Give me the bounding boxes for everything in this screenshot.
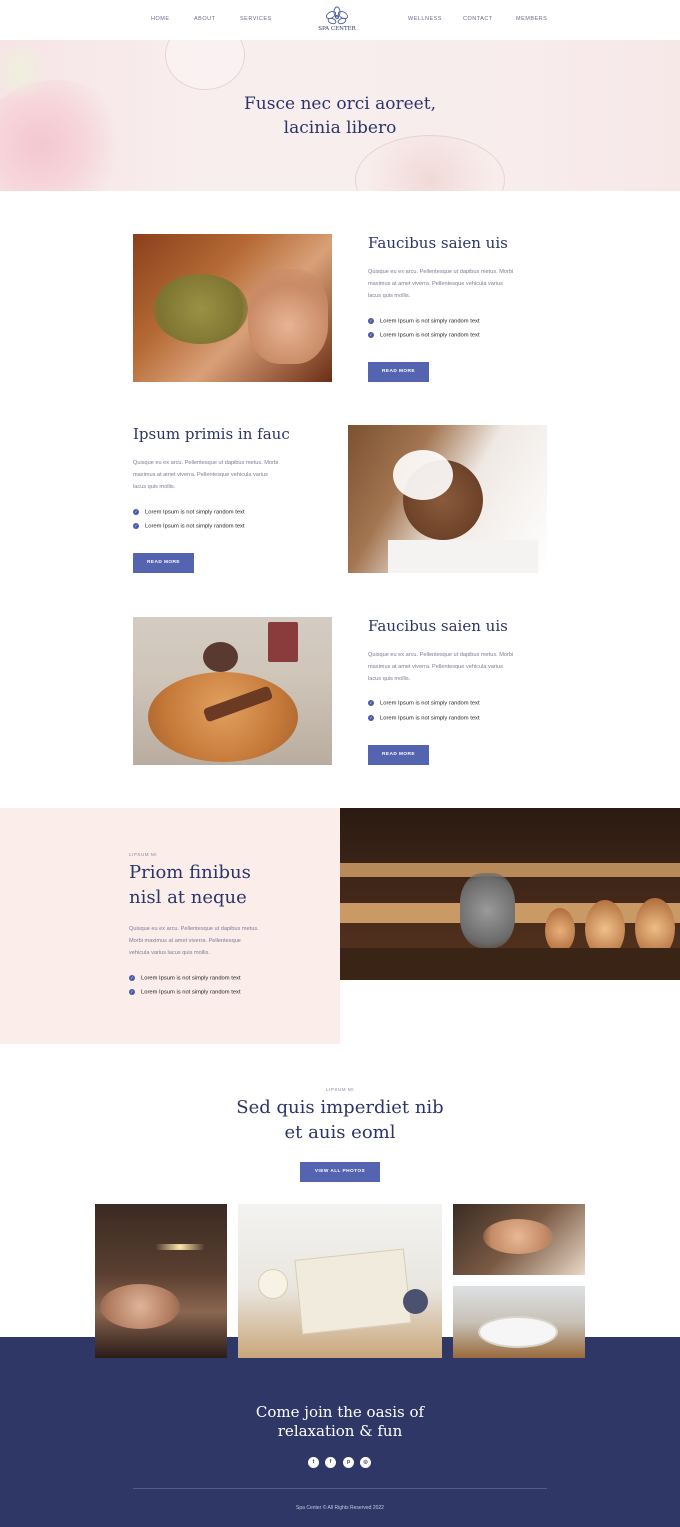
salt-jar-decoration: [355, 135, 505, 191]
feature-1-para-line: maximus at amet viverra. Pellentesque ve…: [368, 281, 503, 287]
sauna-eyebrow: LIPSUM MI: [129, 852, 157, 857]
nav-services[interactable]: SERVICES: [240, 16, 272, 22]
check-icon: ✓: [129, 975, 135, 981]
check-text: Lorem Ipsum is not simply random text: [380, 332, 480, 339]
pinterest-icon[interactable]: p: [343, 1457, 354, 1468]
feature-2-title: Ipsum primis in fauc: [133, 425, 290, 443]
twitter-icon[interactable]: t: [308, 1457, 319, 1468]
feature-2-check-2: ✓ Lorem Ipsum is not simply random text: [133, 523, 245, 530]
feature-2-para-line: lacus quis mollis.: [133, 484, 176, 490]
lotus-icon: [325, 6, 349, 25]
footer-divider: [133, 1488, 547, 1489]
feature-2-check-1: ✓ Lorem Ipsum is not simply random text: [133, 509, 245, 516]
nav-wellness[interactable]: WELLNESS: [408, 16, 442, 22]
sauna-title-line1: Priom finibus: [129, 862, 251, 883]
check-icon: ✓: [368, 332, 374, 338]
view-all-photos-button[interactable]: VIEW ALL PHOTOS: [300, 1162, 380, 1182]
check-text: Lorem Ipsum is not simply random text: [145, 509, 245, 516]
sauna-photo: [340, 808, 680, 980]
facial-mask-photo: [348, 425, 547, 573]
sauna-para-line: vehicula varius lacus quis mollis.: [129, 950, 210, 956]
gallery-candle-massage-photo[interactable]: [95, 1204, 227, 1358]
feature-1-para-line: Quisque eu ex arcu. Pellentesque ut dapi…: [368, 269, 514, 275]
check-text: Lorem Ipsum is not simply random text: [145, 523, 245, 530]
check-text: Lorem Ipsum is not simply random text: [380, 700, 480, 707]
copyright-text: Spa Center © All Rights Reserved 2022: [296, 1505, 384, 1511]
footer-title: Come join the oasis of relaxation & fun: [140, 1403, 540, 1441]
feature-2-para-line: Quisque eu ex arcu. Pellentesque ut dapi…: [133, 460, 279, 466]
check-icon: ✓: [368, 700, 374, 706]
check-icon: ✓: [133, 523, 139, 529]
feature-1-read-more-button[interactable]: READ MORE: [368, 362, 429, 382]
gallery-title-line1: Sed quis imperdiet nib: [236, 1097, 444, 1118]
gallery-title: Sed quis imperdiet nib et auis eoml: [140, 1095, 540, 1145]
check-icon: ✓: [129, 989, 135, 995]
sauna-title-line2: nisl at neque: [129, 887, 247, 908]
logo-text: SPA CENTER: [318, 26, 356, 32]
feature-3-para-line: lacus quis mollis.: [368, 676, 411, 682]
hero-banner: Fusce nec orci aoreet, lacinia libero: [0, 40, 680, 191]
spa-logo[interactable]: SPA CENTER: [317, 6, 357, 34]
check-text: Lorem Ipsum is not simply random text: [141, 975, 241, 982]
nav-about[interactable]: ABOUT: [194, 16, 215, 22]
gallery-jacuzzi-photo[interactable]: [453, 1286, 585, 1358]
mud-mask-photo: [133, 234, 332, 382]
feature-2-description: Quisque eu ex arcu. Pellentesque ut dapi…: [133, 457, 318, 493]
footer-title-line1: Come join the oasis of: [255, 1403, 425, 1421]
feature-3-check-1: ✓ Lorem Ipsum is not simply random text: [368, 700, 480, 707]
feature-2-read-more-button[interactable]: READ MORE: [133, 553, 194, 573]
sauna-check-1: ✓ Lorem Ipsum is not simply random text: [129, 975, 241, 982]
feature-3-description: Quisque eu ex arcu. Pellentesque ut dapi…: [368, 649, 553, 685]
gallery-title-line2: et auis eoml: [284, 1122, 396, 1143]
check-icon: ✓: [368, 715, 374, 721]
sauna-para-line: Morbi maximus at amet viverra. Pellentes…: [129, 938, 241, 944]
sauna-title: Priom finibus nisl at neque: [129, 860, 251, 910]
gallery-reading-photo[interactable]: [238, 1204, 442, 1358]
feature-3-title: Faucibus saien uis: [368, 617, 508, 635]
feature-1-check-1: ✓ Lorem Ipsum is not simply random text: [368, 318, 480, 325]
feature-3-para-line: Quisque eu ex arcu. Pellentesque ut dapi…: [368, 652, 514, 658]
nav-members[interactable]: MEMBERS: [516, 16, 547, 22]
sauna-description: Quisque eu ex arcu. Pellentesque ut dapi…: [129, 923, 309, 959]
nav-contact[interactable]: CONTACT: [463, 16, 493, 22]
aromatherapy-photo: [133, 617, 332, 765]
feature-1-title: Faucibus saien uis: [368, 234, 508, 252]
check-icon: ✓: [368, 318, 374, 324]
top-nav: HOME ABOUT SERVICES SPA CENTER WELLNESS …: [0, 0, 680, 40]
feature-1-check-2: ✓ Lorem Ipsum is not simply random text: [368, 332, 480, 339]
nav-home[interactable]: HOME: [151, 16, 170, 22]
instagram-icon[interactable]: ◎: [360, 1457, 371, 1468]
hero-title-line2: lacinia libero: [283, 118, 397, 138]
bowl-decoration: [165, 40, 245, 90]
check-icon: ✓: [133, 509, 139, 515]
feature-3-read-more-button[interactable]: READ MORE: [368, 745, 429, 765]
check-text: Lorem Ipsum is not simply random text: [380, 715, 480, 722]
gallery-eyebrow: LIPSUM MI: [326, 1087, 354, 1092]
footer-title-line2: relaxation & fun: [277, 1422, 403, 1440]
facebook-icon[interactable]: f: [325, 1457, 336, 1468]
gallery-hand-massage-photo[interactable]: [453, 1204, 585, 1275]
feature-3-para-line: maximus at amet viverra. Pellentesque ve…: [368, 664, 503, 670]
feature-1-para-line: lacus quis mollis.: [368, 293, 411, 299]
hero-title-line1: Fusce nec orci aoreet,: [244, 94, 436, 114]
sauna-check-2: ✓ Lorem Ipsum is not simply random text: [129, 989, 241, 996]
check-text: Lorem Ipsum is not simply random text: [141, 989, 241, 996]
hero-title: Fusce nec orci aoreet, lacinia libero: [140, 92, 540, 140]
feature-3-check-2: ✓ Lorem Ipsum is not simply random text: [368, 715, 480, 722]
sauna-para-line: Quisque eu ex arcu. Pellentesque ut dapi…: [129, 926, 259, 932]
feature-1-description: Quisque eu ex arcu. Pellentesque ut dapi…: [368, 266, 553, 302]
check-text: Lorem Ipsum is not simply random text: [380, 318, 480, 325]
feature-2-para-line: maximus at amet viverra. Pellentesque ve…: [133, 472, 268, 478]
